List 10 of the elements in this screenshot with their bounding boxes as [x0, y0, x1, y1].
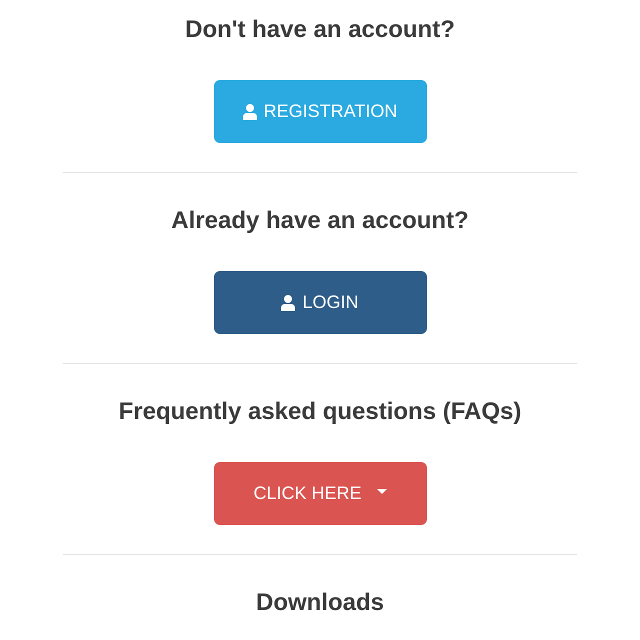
action-button[interactable]: CLICK HERE: [214, 462, 426, 525]
user-icon: [242, 104, 257, 120]
action-button[interactable]: LOGIN: [214, 271, 426, 334]
caret-icon: [376, 489, 387, 494]
action-button[interactable]: REGISTRATION: [214, 80, 426, 143]
section-heading: Don't have an account?: [185, 15, 455, 45]
section-heading: Already have an account?: [171, 206, 469, 236]
section-heading: Downloads: [256, 588, 384, 618]
section-heading: Frequently asked questions (FAQs): [118, 397, 522, 427]
user-icon: [281, 294, 296, 310]
